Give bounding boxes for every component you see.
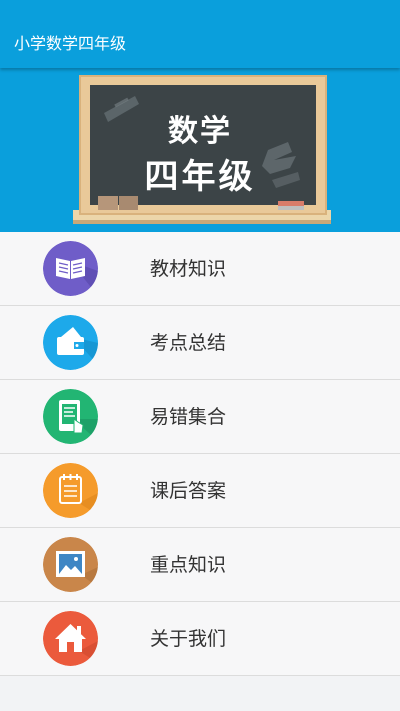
- book-icon: [43, 241, 98, 296]
- menu-item-textbook[interactable]: 教材知识: [0, 232, 400, 306]
- menu-label: 课后答案: [150, 480, 227, 502]
- notepad-icon: [43, 463, 98, 518]
- menu-item-answers[interactable]: 课后答案: [0, 454, 400, 528]
- home-icon: [43, 611, 98, 666]
- tablet-touch-icon: [43, 389, 98, 444]
- app-bar: 小学数学四年级: [0, 0, 400, 68]
- app-title: 小学数学四年级: [14, 34, 127, 53]
- menu-item-key-points[interactable]: 重点知识: [0, 528, 400, 602]
- banner-grade: 四年级: [144, 157, 256, 197]
- menu-item-exam-points[interactable]: 考点总结: [0, 306, 400, 380]
- menu-label: 易错集合: [150, 406, 227, 428]
- banner-subject: 数学: [168, 114, 232, 149]
- menu-label: 重点知识: [150, 554, 227, 576]
- picture-icon: [43, 537, 98, 592]
- banner: 数学 四年级: [0, 68, 400, 232]
- menu-label: 关于我们: [150, 628, 227, 650]
- wallet-icon: [43, 315, 98, 370]
- menu-item-about-us[interactable]: 关于我们: [0, 602, 400, 676]
- menu-item-mistakes[interactable]: 易错集合: [0, 380, 400, 454]
- menu-list: 教材知识 考点总结 易错集合 课后答案 重点知识 关于我们: [0, 232, 400, 676]
- menu-label: 教材知识: [150, 258, 227, 280]
- menu-label: 考点总结: [150, 332, 227, 354]
